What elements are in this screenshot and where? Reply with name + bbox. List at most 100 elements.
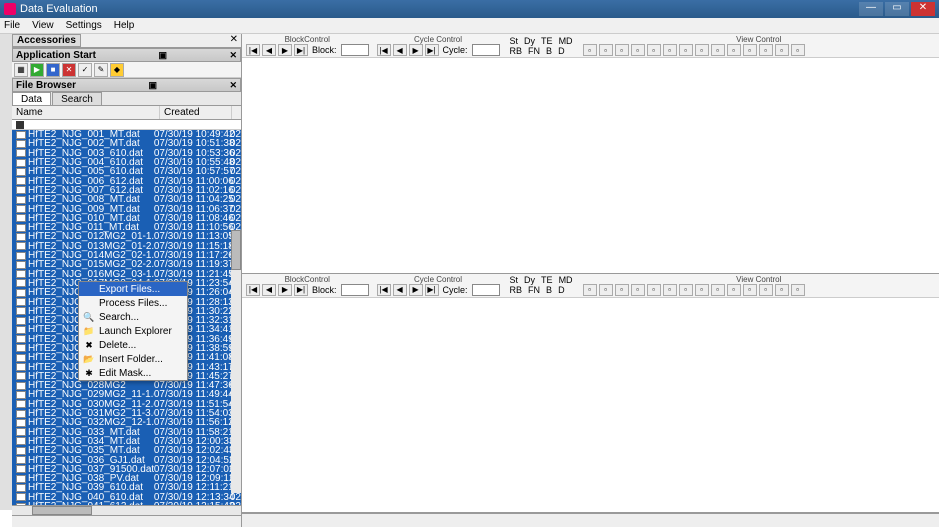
swap-icon[interactable]: ▫ [727,44,741,56]
filebrowser-close-icon[interactable]: ✕ [229,80,237,91]
check-B[interactable]: B [546,285,552,295]
scrollbar-thumb-h[interactable] [32,506,92,515]
block-select[interactable] [341,44,369,56]
o-icon[interactable]: ▫ [663,44,677,56]
context-menu-item[interactable]: Process Files... [79,296,187,310]
swap-icon[interactable]: ▫ [727,284,741,296]
cycle-select[interactable] [472,44,500,56]
prev-cycle-icon[interactable]: ◀ [393,44,407,56]
i-icon[interactable]: ▫ [647,44,661,56]
i-icon[interactable]: ▫ [647,284,661,296]
file-row[interactable]: HfTE2_NJG_041_612.dat 07/30/19 12:15:43 … [12,502,241,505]
zoom-out-icon[interactable]: ▫ [711,284,725,296]
scrollbar-thumb[interactable] [231,230,241,270]
check-MD[interactable]: MD [559,275,573,285]
minimize-button[interactable]: — [859,2,883,16]
tab-search[interactable]: Search [52,92,102,105]
next-cycle-icon[interactable]: ▶ [409,284,423,296]
chart2-icon[interactable]: ▫ [599,284,613,296]
toolbar-color-icon[interactable]: ◆ [110,63,124,77]
menu-settings[interactable]: Settings [66,20,102,31]
appstart-close-icon[interactable]: ✕ [229,50,237,61]
toolbar-delete-icon[interactable]: ✕ [62,63,76,77]
print-icon[interactable]: ▫ [759,284,773,296]
check-Dy[interactable]: Dy [524,36,535,46]
toolbar-check-icon[interactable]: ✓ [78,63,92,77]
print-icon[interactable]: ▫ [759,44,773,56]
check-St[interactable]: St [510,275,519,285]
check-TE[interactable]: TE [541,275,553,285]
toolbar-edit-icon[interactable]: ✎ [94,63,108,77]
chart2-icon[interactable]: ▫ [599,44,613,56]
context-menu-item[interactable]: ✖Delete... [79,338,187,352]
maximize-button[interactable]: ▭ [885,2,909,16]
check-FN[interactable]: FN [528,46,540,56]
dx-icon[interactable]: ▫ [615,44,629,56]
close-button[interactable]: ✕ [911,2,935,16]
block-select[interactable] [341,284,369,296]
context-menu-item[interactable]: 📁Launch Explorer [79,324,187,338]
reset-icon[interactable]: ▫ [743,44,757,56]
accessories-close-icon[interactable]: ✕ [227,34,241,47]
context-menu-item[interactable]: ✱Edit Mask... [79,366,187,380]
menu-help[interactable]: Help [114,20,135,31]
cycle-select[interactable] [472,284,500,296]
zoom-out-icon[interactable]: ▫ [711,44,725,56]
check-Dy[interactable]: Dy [524,275,535,285]
zoom-in-icon[interactable]: ▫ [695,284,709,296]
check-MD[interactable]: MD [559,36,573,46]
data-icon[interactable]: ▫ [791,44,805,56]
check-TE[interactable]: TE [541,36,553,46]
vertical-scrollbar[interactable] [231,230,241,493]
first-block-icon[interactable]: |◀ [246,284,260,296]
last-block-icon[interactable]: ▶| [294,44,308,56]
first-cycle-icon[interactable]: |◀ [377,284,391,296]
drive-row[interactable] [12,120,241,130]
check-D[interactable]: D [558,285,565,295]
zoom-in-icon[interactable]: ▫ [695,44,709,56]
grid-icon[interactable]: ▫ [775,284,789,296]
reset-icon[interactable]: ▫ [743,284,757,296]
toolbar-run-icon[interactable]: ▶ [30,63,44,77]
filebrowser-pin-icon[interactable]: ▣ [148,80,157,91]
col-created[interactable]: Created [160,106,232,119]
dy-icon[interactable]: ▫ [631,284,645,296]
check-B[interactable]: B [546,46,552,56]
check-D[interactable]: D [558,46,565,56]
toolbar-grid-icon[interactable]: ▦ [14,63,28,77]
next-block-icon[interactable]: ▶ [278,284,292,296]
first-block-icon[interactable]: |◀ [246,44,260,56]
check-FN[interactable]: FN [528,285,540,295]
check-RB[interactable]: RB [510,46,523,56]
context-menu-item[interactable]: 📂Insert Folder... [79,352,187,366]
check-RB[interactable]: RB [510,285,523,295]
o-icon[interactable]: ▫ [663,284,677,296]
tab-data[interactable]: Data [12,92,51,105]
data-icon[interactable]: ▫ [791,284,805,296]
accessories-label[interactable]: Accessories [12,34,81,47]
menu-view[interactable]: View [32,20,54,31]
check-St[interactable]: St [510,36,519,46]
menu-file[interactable]: File [4,20,20,31]
horizontal-scrollbar[interactable] [12,505,241,515]
next-cycle-icon[interactable]: ▶ [409,44,423,56]
last-cycle-icon[interactable]: ▶| [425,284,439,296]
chart1-icon[interactable]: ▫ [583,44,597,56]
prev-block-icon[interactable]: ◀ [262,284,276,296]
toolbar-new-icon[interactable]: ■ [46,63,60,77]
dx-icon[interactable]: ▫ [615,284,629,296]
appstart-pin-icon[interactable]: ▣ [158,50,167,61]
first-cycle-icon[interactable]: |◀ [377,44,391,56]
prev-block-icon[interactable]: ◀ [262,44,276,56]
col-name[interactable]: Name [12,106,160,119]
grid-icon[interactable]: ▫ [775,44,789,56]
context-menu-item[interactable]: 🔍Search... [79,310,187,324]
lg-icon[interactable]: ▫ [679,44,693,56]
last-cycle-icon[interactable]: ▶| [425,44,439,56]
dy-icon[interactable]: ▫ [631,44,645,56]
prev-cycle-icon[interactable]: ◀ [393,284,407,296]
chart1-icon[interactable]: ▫ [583,284,597,296]
next-block-icon[interactable]: ▶ [278,44,292,56]
context-menu-item[interactable]: Export Files... [79,282,187,296]
lg-icon[interactable]: ▫ [679,284,693,296]
